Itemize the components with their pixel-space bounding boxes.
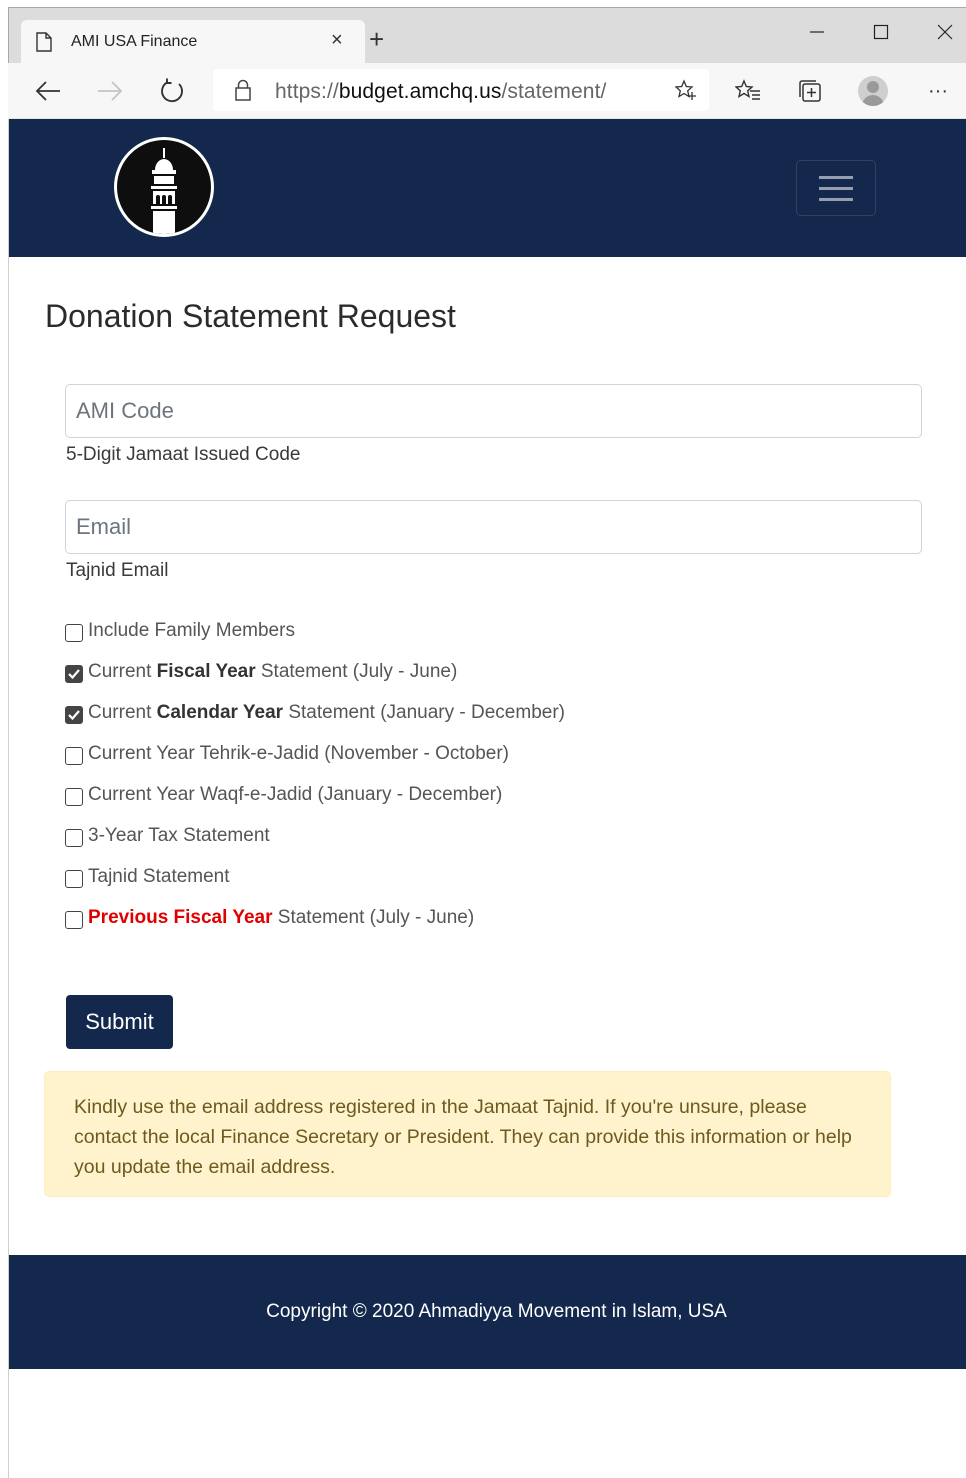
collections-icon[interactable] xyxy=(796,77,824,105)
option-label-bold: Calendar Year xyxy=(156,702,284,723)
option-label-bold: Fiscal Year xyxy=(156,661,256,682)
refresh-icon[interactable] xyxy=(158,77,186,105)
checkbox[interactable] xyxy=(65,746,83,765)
checkbox-check-icon xyxy=(68,709,80,720)
option-label-highlight: Previous Fiscal Year xyxy=(88,907,273,928)
lock-icon[interactable] xyxy=(235,79,251,101)
option-include-family-members[interactable]: Include Family Members xyxy=(65,619,295,643)
forward-arrow-icon[interactable] xyxy=(96,77,124,105)
option-label-suffix: Statement (January - December) xyxy=(283,702,565,723)
profile-icon[interactable] xyxy=(858,76,888,106)
maximize-icon[interactable] xyxy=(867,18,895,46)
info-alert: Kindly use the email address registered … xyxy=(44,1071,891,1197)
tab-close-icon[interactable]: × xyxy=(331,30,343,50)
ami-code-input[interactable] xyxy=(65,384,922,438)
submit-button[interactable]: Submit xyxy=(66,995,173,1049)
hamburger-bar xyxy=(819,198,853,201)
favorites-icon[interactable] xyxy=(734,77,762,105)
address-bar[interactable]: https://budget.amchq.us/statement/ xyxy=(213,69,709,111)
option-label: Include Family Members xyxy=(88,620,295,641)
alert-text: Kindly use the email address registered … xyxy=(74,1096,852,1178)
back-arrow-icon[interactable] xyxy=(34,77,62,105)
ami-code-help: 5-Digit Jamaat Issued Code xyxy=(66,444,301,465)
checkbox[interactable] xyxy=(65,787,83,806)
option-previous-fiscal-year[interactable]: Previous Fiscal Year Statement (July - J… xyxy=(65,906,474,930)
option-tehrik-e-jadid[interactable]: Current Year Tehrik-e-Jadid (November - … xyxy=(65,742,509,766)
star-add-icon[interactable] xyxy=(675,79,697,101)
email-help: Tajnid Email xyxy=(66,560,169,581)
browser-tab[interactable]: AMI USA Finance × xyxy=(21,20,365,64)
option-label: Current Year Tehrik-e-Jadid (November - … xyxy=(88,743,509,764)
option-current-fiscal-year[interactable]: Current Fiscal Year Statement (July - Ju… xyxy=(65,660,457,684)
option-tajnid-statement[interactable]: Tajnid Statement xyxy=(65,865,230,889)
page-title: Donation Statement Request xyxy=(45,298,456,334)
option-label-prefix: Current xyxy=(88,702,157,723)
checkbox-checked[interactable] xyxy=(65,664,83,683)
option-label: Tajnid Statement xyxy=(88,866,230,887)
hamburger-menu-icon xyxy=(819,176,853,179)
url-host: budget.amchq.us xyxy=(338,80,502,103)
new-tab-button[interactable]: + xyxy=(369,26,384,52)
checkbox-check-icon xyxy=(68,668,80,679)
option-label-suffix: Statement (July - June) xyxy=(272,907,475,928)
option-label-prefix: Current xyxy=(88,661,157,682)
url-scheme: https:// xyxy=(275,80,339,103)
hamburger-bar xyxy=(819,187,853,190)
tab-title: AMI USA Finance xyxy=(71,33,198,50)
checkbox[interactable] xyxy=(65,910,83,929)
option-waqf-e-jadid[interactable]: Current Year Waqf-e-Jadid (January - Dec… xyxy=(65,783,502,807)
checkbox[interactable] xyxy=(65,869,83,888)
browser-tab-strip: AMI USA Finance × + xyxy=(8,7,966,64)
url-path: /statement/ xyxy=(501,80,607,103)
mosque-minaret-logo[interactable] xyxy=(114,137,214,237)
option-3-year-tax-statement[interactable]: 3-Year Tax Statement xyxy=(65,824,270,848)
checkbox[interactable] xyxy=(65,623,83,642)
site-footer: Copyright © 2020 Ahmadiyya Movement in I… xyxy=(9,1255,966,1369)
url-text[interactable]: https://budget.amchq.us/statement/ xyxy=(275,80,606,104)
browser-toolbar: https://budget.amchq.us/statement/ ··· xyxy=(8,63,966,119)
email-input[interactable] xyxy=(65,500,922,554)
hamburger-menu-button[interactable] xyxy=(796,160,876,216)
copyright-text: Copyright © 2020 Ahmadiyya Movement in I… xyxy=(266,1301,727,1322)
checkbox[interactable] xyxy=(65,828,83,847)
more-icon[interactable]: ··· xyxy=(924,77,952,105)
close-icon[interactable] xyxy=(931,18,959,46)
page-icon xyxy=(36,32,52,52)
minimize-icon[interactable] xyxy=(803,18,831,46)
option-current-calendar-year[interactable]: Current Calendar Year Statement (January… xyxy=(65,701,565,725)
option-label: Current Year Waqf-e-Jadid (January - Dec… xyxy=(88,784,503,805)
option-label: 3-Year Tax Statement xyxy=(88,825,270,846)
option-label-suffix: Statement (July - June) xyxy=(255,661,458,682)
site-header xyxy=(9,119,966,257)
checkbox-checked[interactable] xyxy=(65,705,83,724)
